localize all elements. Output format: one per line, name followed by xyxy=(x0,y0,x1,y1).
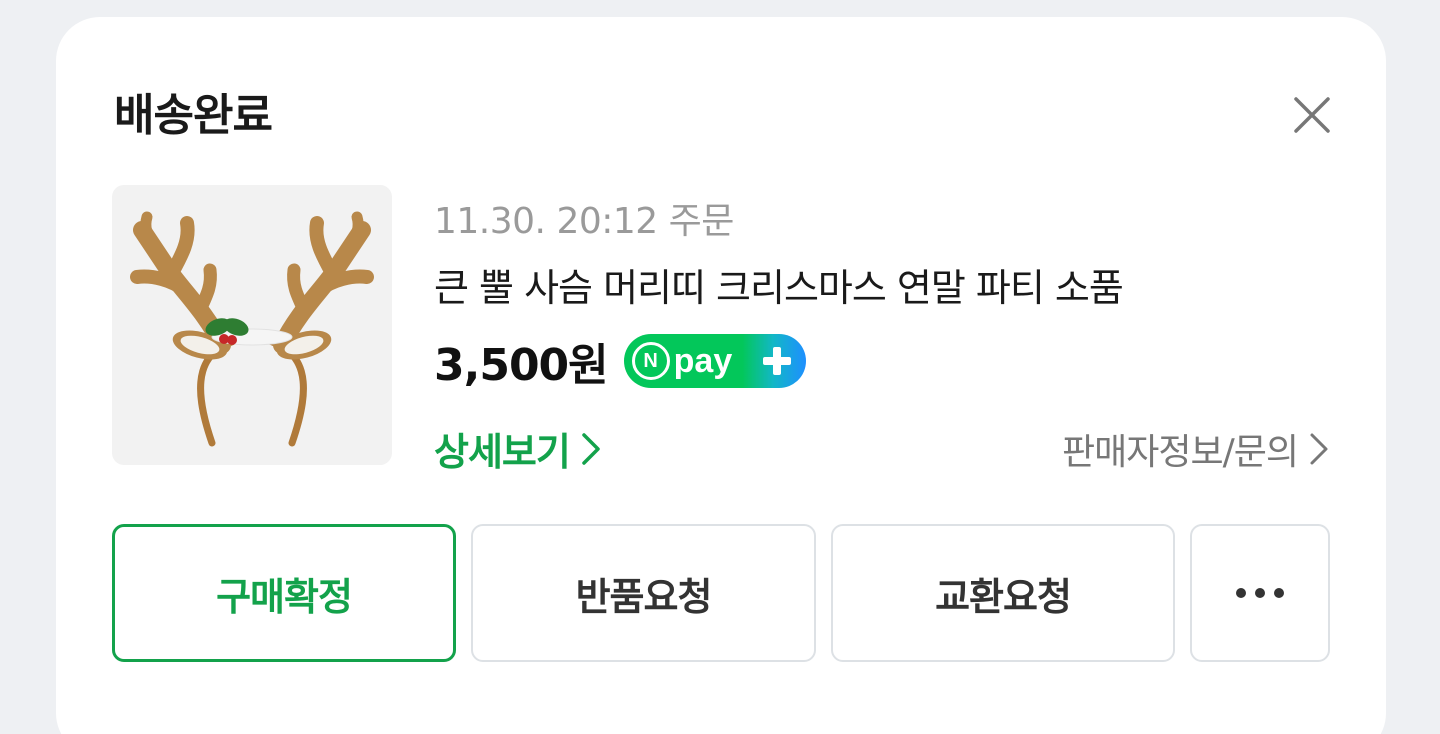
more-options-button[interactable] xyxy=(1190,524,1330,662)
confirm-purchase-button[interactable]: 구매확정 xyxy=(112,524,456,662)
product-thumbnail[interactable] xyxy=(112,185,392,465)
reindeer-headband-image xyxy=(130,211,374,447)
price-row: 3,500원 N pay xyxy=(434,329,806,393)
exchange-request-button[interactable]: 교환요청 xyxy=(831,524,1175,662)
order-date: 11.30. 20:12 주문 xyxy=(434,201,734,242)
delivery-status-title: 배송완료 xyxy=(114,90,273,141)
order-card: 배송완료 11.30. 20:12 주문 큰 뿔 사슴 머리띠 크리스마스 연말… xyxy=(56,17,1386,734)
npay-n-logo: N xyxy=(631,342,670,380)
more-icon xyxy=(1236,588,1284,598)
chevron-right-icon xyxy=(1310,433,1328,465)
npay-plus-badge: N pay xyxy=(623,334,806,388)
view-details-link[interactable]: 상세보기 xyxy=(434,421,602,476)
seller-info-label: 판매자정보/문의 xyxy=(1062,432,1299,473)
close-icon xyxy=(1294,97,1330,133)
return-request-button[interactable]: 반품요청 xyxy=(471,524,816,662)
product-name[interactable]: 큰 뿔 사슴 머리띠 크리스마스 연말 파티 소품 xyxy=(434,257,1124,312)
close-button[interactable] xyxy=(1288,91,1336,139)
seller-info-link[interactable]: 판매자정보/문의 xyxy=(1062,423,1330,475)
npay-label: pay xyxy=(673,341,733,380)
chevron-right-icon xyxy=(582,432,600,465)
view-details-label: 상세보기 xyxy=(434,430,571,474)
plus-icon xyxy=(762,347,791,375)
product-price: 3,500원 xyxy=(434,340,609,391)
